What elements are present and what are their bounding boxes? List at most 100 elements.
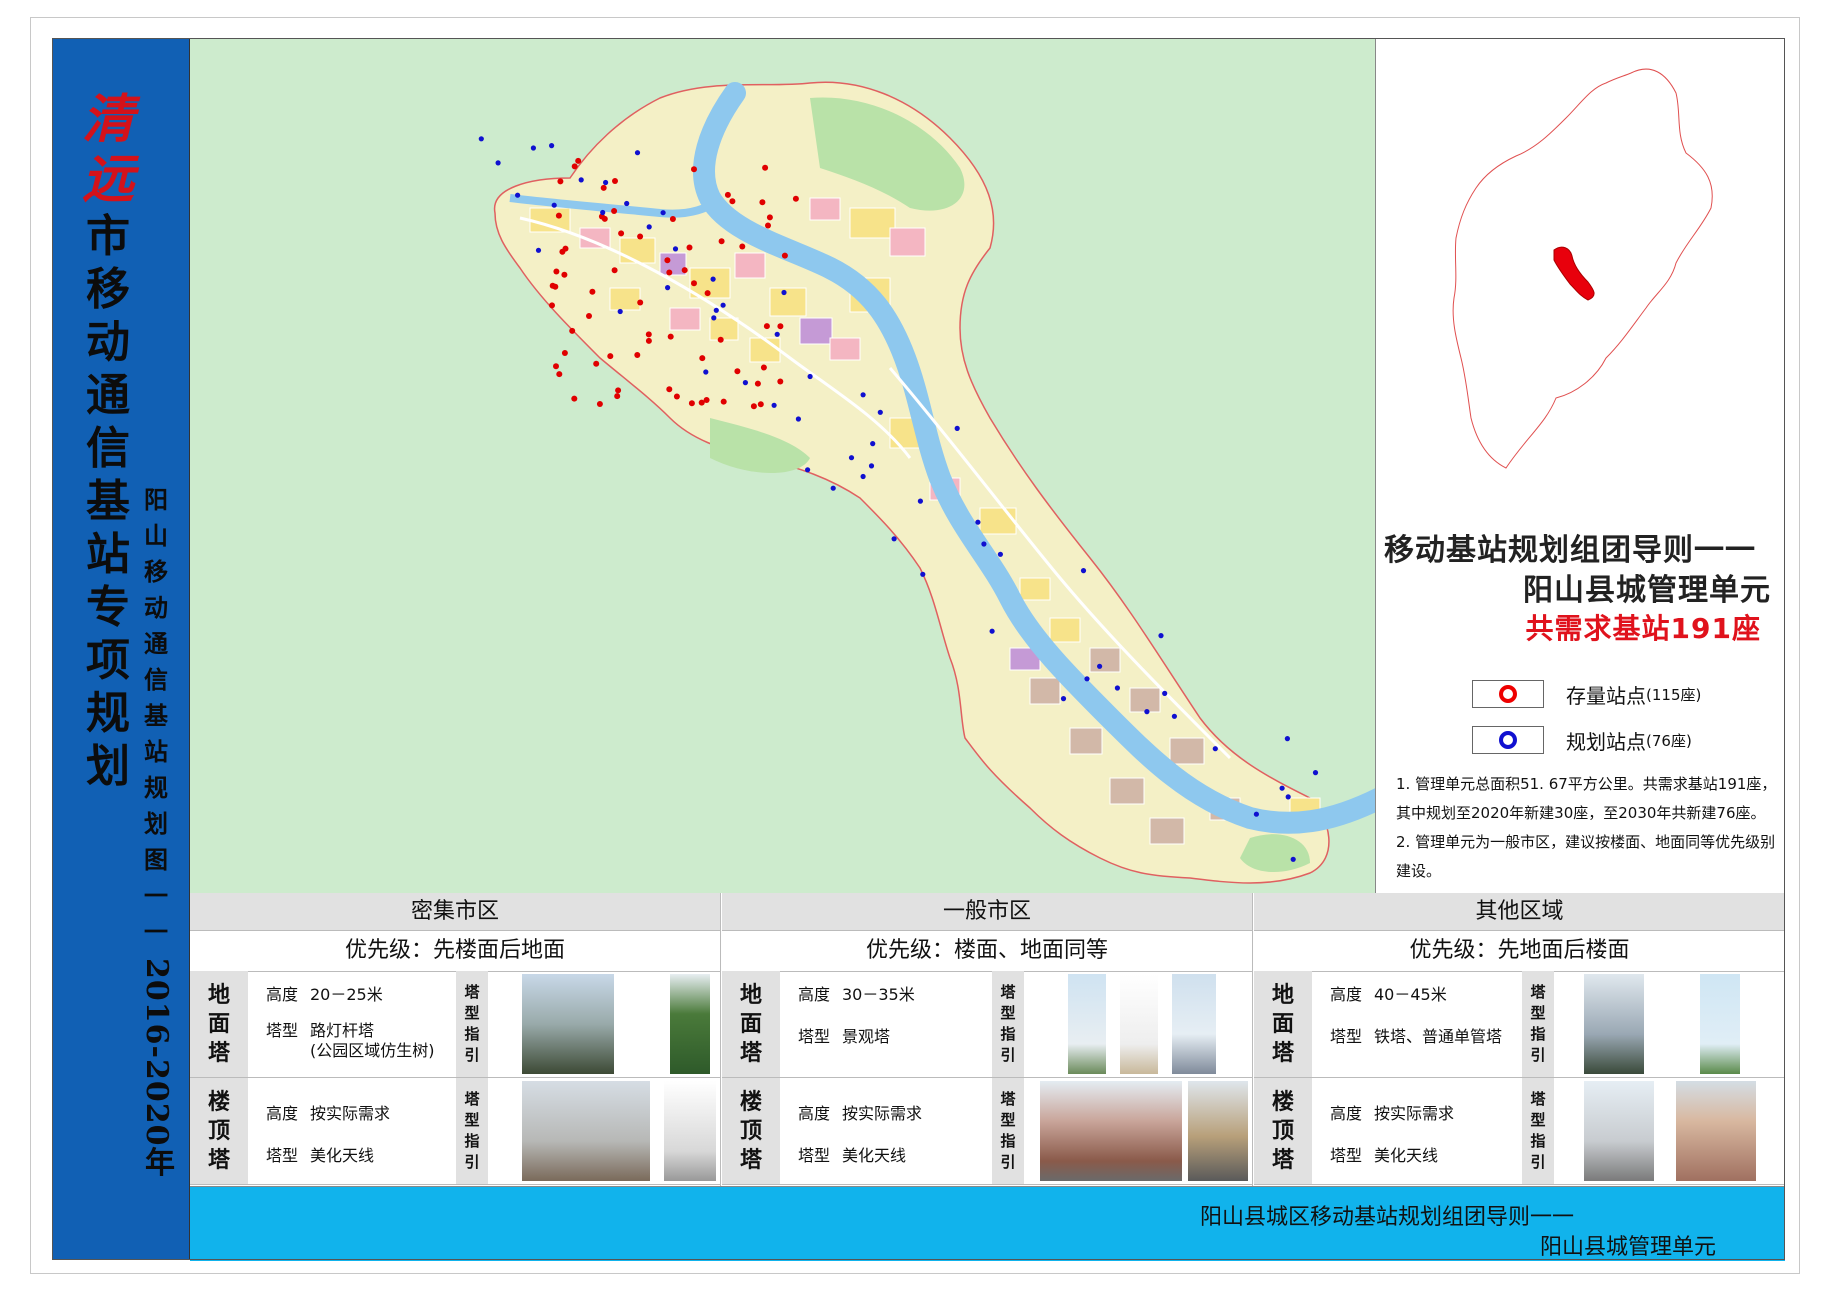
- planned-station-marker[interactable]: [1212, 746, 1218, 752]
- existing-station-marker[interactable]: [703, 397, 710, 403]
- existing-station-marker[interactable]: [760, 364, 767, 371]
- planned-station-marker[interactable]: [981, 541, 987, 547]
- existing-station-marker[interactable]: [575, 157, 582, 164]
- existing-station-marker[interactable]: [634, 352, 641, 358]
- planned-station-marker[interactable]: [495, 160, 501, 166]
- existing-station-marker[interactable]: [686, 244, 693, 251]
- existing-station-marker[interactable]: [561, 271, 568, 278]
- existing-station-marker[interactable]: [556, 371, 563, 378]
- planned-station-marker[interactable]: [1162, 690, 1168, 697]
- existing-station-marker[interactable]: [552, 283, 559, 290]
- planned-station-marker[interactable]: [703, 369, 709, 375]
- existing-station-marker[interactable]: [777, 323, 784, 330]
- existing-station-marker[interactable]: [666, 269, 673, 276]
- planned-station-marker[interactable]: [917, 498, 924, 504]
- planned-station-marker[interactable]: [1080, 568, 1087, 574]
- existing-station-marker[interactable]: [754, 380, 761, 387]
- planned-station-marker[interactable]: [624, 200, 630, 207]
- existing-station-marker[interactable]: [691, 280, 697, 287]
- planned-station-marker[interactable]: [781, 289, 787, 296]
- existing-station-marker[interactable]: [601, 215, 608, 222]
- planned-station-marker[interactable]: [1097, 663, 1103, 669]
- planned-station-marker[interactable]: [578, 177, 584, 183]
- planned-station-marker[interactable]: [975, 519, 981, 525]
- existing-station-marker[interactable]: [557, 178, 564, 185]
- planned-station-marker[interactable]: [478, 136, 484, 142]
- existing-station-marker[interactable]: [720, 398, 727, 405]
- existing-station-marker[interactable]: [549, 302, 555, 309]
- existing-station-marker[interactable]: [757, 401, 764, 408]
- existing-station-marker[interactable]: [589, 288, 596, 295]
- existing-station-marker[interactable]: [637, 233, 644, 240]
- existing-station-marker[interactable]: [765, 222, 771, 229]
- planned-station-marker[interactable]: [860, 392, 866, 398]
- planned-station-marker[interactable]: [660, 210, 666, 216]
- existing-station-marker[interactable]: [593, 360, 600, 367]
- existing-station-marker[interactable]: [612, 178, 618, 184]
- existing-station-marker[interactable]: [734, 368, 741, 375]
- existing-station-marker[interactable]: [666, 386, 673, 393]
- existing-station-marker[interactable]: [611, 208, 618, 214]
- existing-station-marker[interactable]: [766, 214, 773, 221]
- planning-map[interactable]: [190, 38, 1376, 893]
- existing-station-marker[interactable]: [637, 299, 644, 306]
- existing-station-marker[interactable]: [611, 267, 618, 274]
- existing-station-marker[interactable]: [614, 393, 621, 400]
- planned-station-marker[interactable]: [665, 285, 671, 291]
- planned-station-marker[interactable]: [807, 373, 813, 380]
- existing-station-marker[interactable]: [704, 290, 711, 297]
- existing-station-marker[interactable]: [664, 257, 671, 264]
- planned-station-marker[interactable]: [711, 315, 717, 321]
- existing-station-marker[interactable]: [615, 387, 622, 394]
- planned-station-marker[interactable]: [617, 308, 623, 315]
- planned-station-marker[interactable]: [1171, 713, 1177, 719]
- planned-station-marker[interactable]: [805, 467, 811, 473]
- planned-station-marker[interactable]: [1290, 856, 1296, 862]
- existing-station-marker[interactable]: [763, 323, 770, 330]
- planned-station-marker[interactable]: [1144, 709, 1150, 715]
- existing-station-marker[interactable]: [750, 403, 757, 410]
- planned-station-marker[interactable]: [634, 150, 641, 156]
- planned-station-marker[interactable]: [877, 409, 883, 415]
- existing-station-marker[interactable]: [553, 268, 560, 275]
- planned-station-marker[interactable]: [860, 473, 866, 480]
- planned-station-marker[interactable]: [535, 247, 542, 253]
- planned-station-marker[interactable]: [1279, 785, 1285, 791]
- existing-station-marker[interactable]: [759, 199, 766, 206]
- existing-station-marker[interactable]: [571, 395, 578, 402]
- existing-station-marker[interactable]: [688, 400, 695, 407]
- planned-station-marker[interactable]: [870, 441, 876, 447]
- existing-station-marker[interactable]: [739, 243, 746, 250]
- planned-station-marker[interactable]: [1084, 676, 1090, 682]
- existing-station-marker[interactable]: [792, 195, 799, 202]
- planned-station-marker[interactable]: [1284, 736, 1290, 742]
- existing-station-marker[interactable]: [569, 327, 576, 334]
- planned-station-marker[interactable]: [954, 425, 960, 431]
- planned-station-marker[interactable]: [672, 246, 679, 252]
- existing-station-marker[interactable]: [562, 245, 569, 252]
- existing-station-marker[interactable]: [669, 216, 676, 222]
- planned-station-marker[interactable]: [720, 302, 726, 308]
- planned-station-marker[interactable]: [603, 179, 609, 186]
- existing-station-marker[interactable]: [667, 333, 674, 340]
- existing-station-marker[interactable]: [561, 350, 568, 356]
- planned-station-marker[interactable]: [600, 209, 606, 216]
- planned-station-marker[interactable]: [1158, 633, 1164, 639]
- planned-station-marker[interactable]: [1312, 770, 1319, 776]
- existing-station-marker[interactable]: [607, 353, 614, 360]
- existing-station-marker[interactable]: [586, 313, 592, 319]
- planned-station-marker[interactable]: [549, 143, 555, 149]
- existing-station-marker[interactable]: [717, 336, 724, 343]
- planned-station-marker[interactable]: [848, 455, 855, 461]
- planned-station-marker[interactable]: [710, 276, 716, 282]
- planned-station-marker[interactable]: [868, 463, 875, 469]
- planned-station-marker[interactable]: [795, 416, 802, 422]
- planned-station-marker[interactable]: [530, 145, 536, 151]
- planned-station-marker[interactable]: [713, 307, 719, 313]
- existing-station-marker[interactable]: [571, 163, 578, 170]
- existing-station-marker[interactable]: [618, 230, 625, 237]
- existing-station-marker[interactable]: [691, 166, 697, 173]
- existing-station-marker[interactable]: [762, 164, 769, 171]
- planned-station-marker[interactable]: [997, 551, 1004, 557]
- planned-station-marker[interactable]: [1253, 811, 1259, 817]
